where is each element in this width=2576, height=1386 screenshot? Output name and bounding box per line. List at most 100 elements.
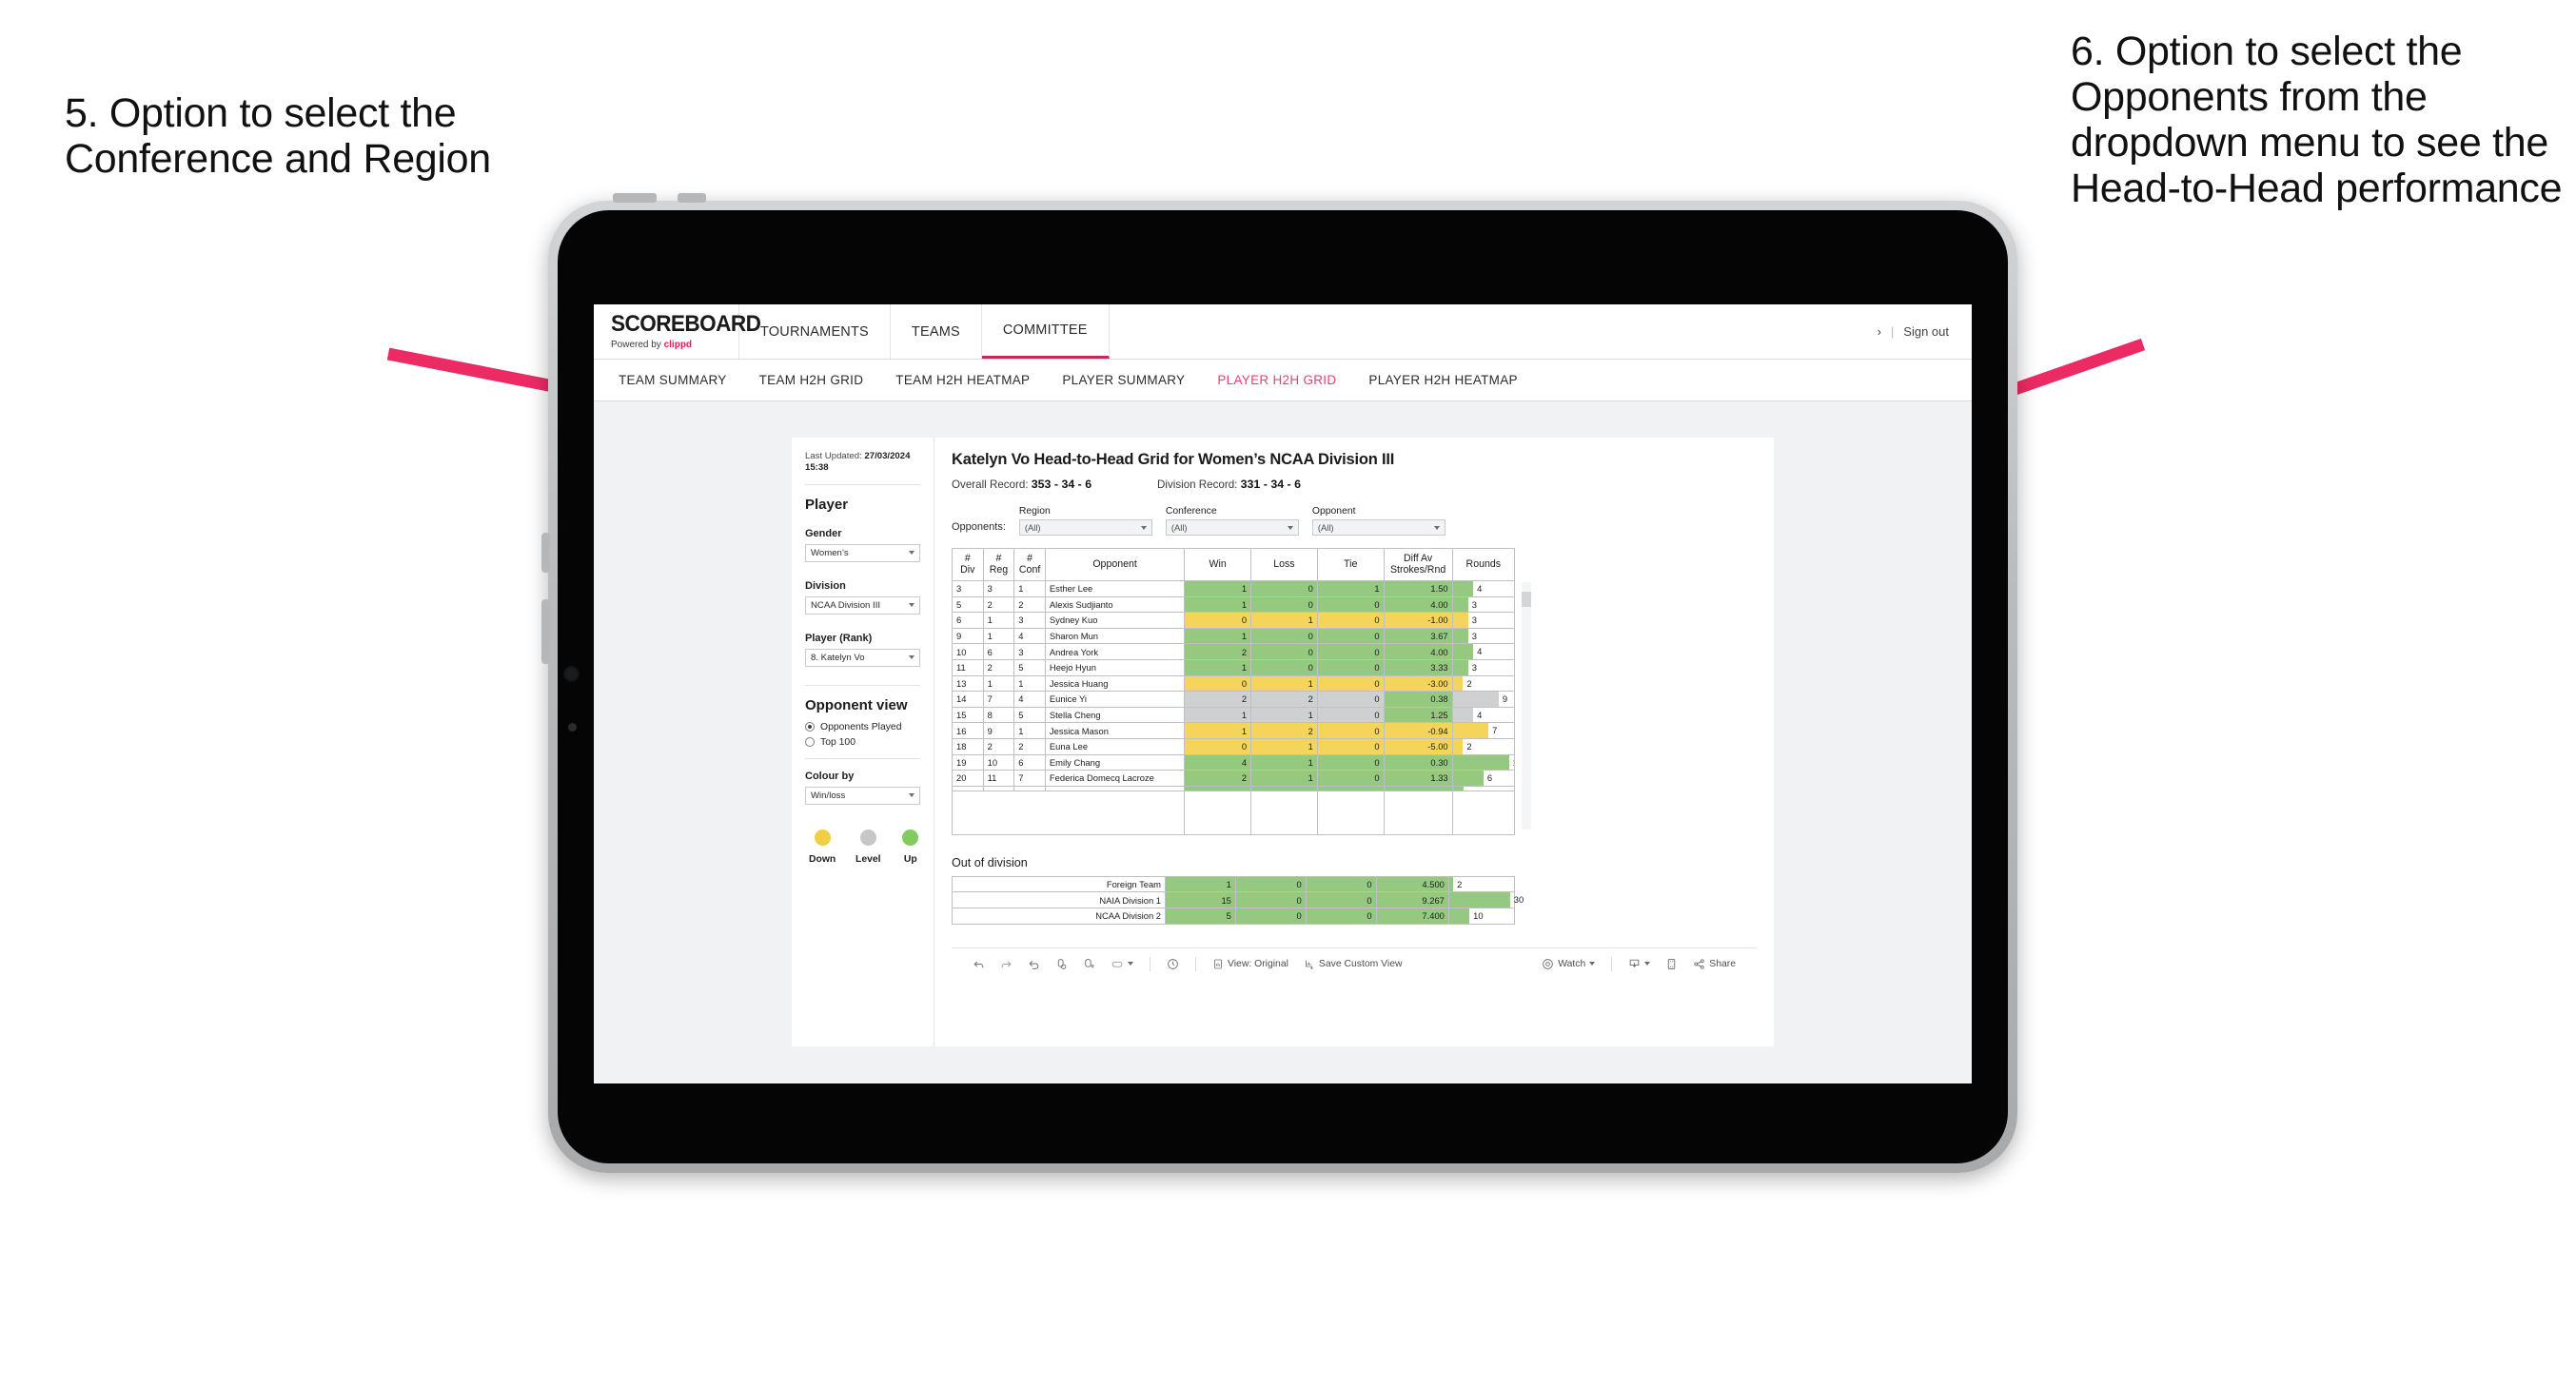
rounds-value: 3 — [1471, 630, 1477, 641]
filter-opponent: Opponent (All) — [1311, 506, 1445, 536]
cell-conf: 4 — [1013, 691, 1046, 708]
rounds-value: 9 — [1502, 693, 1508, 705]
table-row[interactable]: NCAA Division 2 5 0 0 7.400 10 — [952, 907, 1516, 925]
chevron-down-icon — [1644, 962, 1651, 966]
table-row[interactable]: 18 2 2 Euna Lee 0 1 0 -5.00 2 — [952, 737, 1516, 755]
brand-subtitle: Powered by clippd — [611, 340, 738, 350]
cell-diff: 3.33 — [1383, 658, 1453, 676]
cell-loss: 0 — [1250, 580, 1318, 597]
opponent-view-title: Opponent view — [805, 696, 908, 713]
highlight-button[interactable] — [1103, 958, 1141, 970]
cell-diff: 3.67 — [1383, 627, 1453, 645]
table-row[interactable]: Foreign Team 1 0 0 4.500 2 — [952, 875, 1516, 893]
pause-data-button[interactable] — [1075, 958, 1103, 970]
cell-div: 10 — [952, 643, 984, 660]
col-header-conf: # Conf — [1013, 548, 1046, 581]
fullscreen-button[interactable] — [1658, 958, 1685, 970]
table-row[interactable]: 19106Emily Chang4100.3011 — [952, 753, 1516, 771]
tab-team-h2h-grid[interactable]: TEAM H2H GRID — [759, 373, 864, 387]
page-title: Katelyn Vo Head-to-Head Grid for Women’s… — [952, 451, 1395, 468]
conference-select[interactable]: (All) — [1165, 519, 1299, 536]
refresh-data-button[interactable] — [1048, 958, 1075, 970]
view-original-button[interactable]: View: Original — [1205, 958, 1296, 970]
watch-button[interactable]: Watch — [1534, 958, 1603, 970]
sidebar-divider-2 — [805, 684, 920, 686]
rounds-bar — [1453, 771, 1484, 786]
nav-item-teams[interactable]: TEAMS — [891, 304, 982, 359]
tab-team-h2h-heatmap[interactable]: TEAM H2H HEATMAP — [895, 373, 1030, 387]
brand-logo[interactable]: SCOREBOARD Powered by clippd — [594, 304, 761, 359]
h2h-grid-header-row: # Div # Reg # Conf Opponent Win Loss Tie Di… — [952, 548, 1516, 581]
table-row[interactable]: NAIA Division 1 15 0 0 9.267 30 — [952, 891, 1524, 908]
legend-item-level: Level — [855, 829, 881, 865]
rounds-bar — [1453, 629, 1468, 643]
side-button — [541, 599, 550, 664]
grid-vertical-scrollbar[interactable] — [1522, 582, 1531, 830]
cell-conf: 2 — [1013, 595, 1046, 614]
h2h-grid-table: # Div # Reg # Conf Opponent Win Loss Tie Di… — [952, 548, 1516, 835]
revert-button[interactable] — [1020, 958, 1048, 970]
table-row[interactable]: 20 11 7 Federica Domecq Lacroze 2 1 0 1.33 6 — [952, 770, 1516, 787]
rounds-bar — [1453, 644, 1474, 659]
cell-reg: 3 — [982, 580, 1015, 597]
cell-opponent: Sydney Kuo — [1044, 612, 1186, 629]
cell-opponent: Euna Lee — [1044, 737, 1186, 755]
opponent-select[interactable]: (All) — [1311, 519, 1445, 536]
undo-button[interactable] — [965, 958, 993, 970]
clippd-brand-name: clippd — [663, 340, 693, 350]
radio-top-100[interactable]: Top 100 — [805, 737, 920, 748]
chevron-down-icon — [909, 551, 914, 556]
opponent-filter-row: Opponents: Region (All) Conference (All)… — [952, 506, 1757, 536]
rounds-bar — [1453, 708, 1474, 722]
table-row[interactable]: 16 9 1 Jessica Mason 1 2 0 -0.94 7 — [952, 722, 1516, 739]
gender-select[interactable]: Women’s — [805, 543, 920, 562]
radio-opponents-played[interactable]: Opponents Played — [805, 722, 920, 732]
division-record-label: Division Record: — [1157, 478, 1241, 491]
cell-win: 2 — [1184, 770, 1252, 787]
sign-out-link[interactable]: Sign out — [1903, 324, 1949, 339]
download-button[interactable] — [1621, 958, 1658, 970]
web-app-viewport: SCOREBOARD Powered by clippd TOURNAMENTS… — [594, 304, 1972, 1083]
region-select[interactable]: (All) — [1018, 519, 1152, 536]
redo-button[interactable] — [993, 958, 1020, 970]
tab-team-summary[interactable]: TEAM SUMMARY — [619, 373, 727, 387]
cell-win: 1 — [1184, 706, 1252, 724]
colour-by-select[interactable]: Win/loss — [805, 786, 920, 805]
scrollbar-thumb[interactable] — [1522, 592, 1531, 607]
tab-player-h2h-grid[interactable]: PLAYER H2H GRID — [1217, 373, 1336, 387]
table-row[interactable]: 9 1 4 Sharon Mun 1 0 0 3.67 3 — [952, 627, 1516, 645]
history-button[interactable] — [1159, 958, 1187, 970]
table-row[interactable]: 6 1 3 Sydney Kuo 0 1 0 -1.00 3 — [952, 612, 1516, 629]
save-custom-view-button[interactable]: Save Custom View — [1296, 958, 1410, 970]
cell-tie: 0 — [1316, 612, 1385, 629]
table-row[interactable]: 15 8 5 Stella Cheng 1 1 0 1.25 4 — [952, 706, 1516, 724]
cell-diff: 1.33 — [1383, 770, 1453, 787]
table-row[interactable]: 11 2 5 Heejo Hyun 1 0 0 3.33 3 — [952, 658, 1516, 676]
rounds-bar — [1453, 676, 1464, 691]
sidebar-divider-1 — [805, 483, 920, 485]
radio-opponents-played-label: Opponents Played — [820, 721, 902, 732]
chevron-right-icon[interactable]: › — [1878, 324, 1881, 339]
cell-conf: 3 — [1013, 612, 1046, 629]
cell-conf: 2 — [1013, 737, 1046, 755]
table-row[interactable]: 13 1 1 Jessica Huang 0 1 0 -3.00 2 — [952, 674, 1516, 693]
share-button[interactable]: Share — [1685, 958, 1743, 970]
cell-loss: 1 — [1250, 612, 1318, 629]
cell-rounds: 7 — [1451, 722, 1516, 739]
rounds-bar — [1453, 739, 1464, 754]
table-row[interactable]: 10 6 3 Andrea York 2 0 0 4.00 4 — [952, 643, 1516, 660]
rounds-bar — [1453, 597, 1468, 612]
tab-player-h2h-heatmap[interactable]: PLAYER H2H HEATMAP — [1368, 373, 1517, 387]
nav-item-tournaments[interactable]: TOURNAMENTS — [739, 304, 891, 359]
cell-rounds: 3 — [1451, 595, 1516, 614]
nav-item-committee[interactable]: COMMITTEE — [981, 304, 1110, 359]
player-rank-value: 8. Katelyn Vo — [811, 652, 865, 663]
player-rank-select[interactable]: 8. Katelyn Vo — [805, 648, 920, 667]
tab-player-summary[interactable]: PLAYER SUMMARY — [1062, 373, 1185, 387]
col-header-line: # — [1027, 552, 1033, 564]
cell-div: 9 — [952, 627, 984, 645]
table-row[interactable]: 14 7 4 Eunice Yi 2 2 0 0.38 9 — [952, 691, 1516, 708]
division-select[interactable]: NCAA Division III — [805, 595, 920, 615]
table-row[interactable]: 5 2 2 Alexis Sudjianto 1 0 0 4.00 3 — [952, 595, 1516, 614]
table-row[interactable]: 3 3 1 Esther Lee 1 0 1 1.50 4 — [952, 580, 1516, 597]
